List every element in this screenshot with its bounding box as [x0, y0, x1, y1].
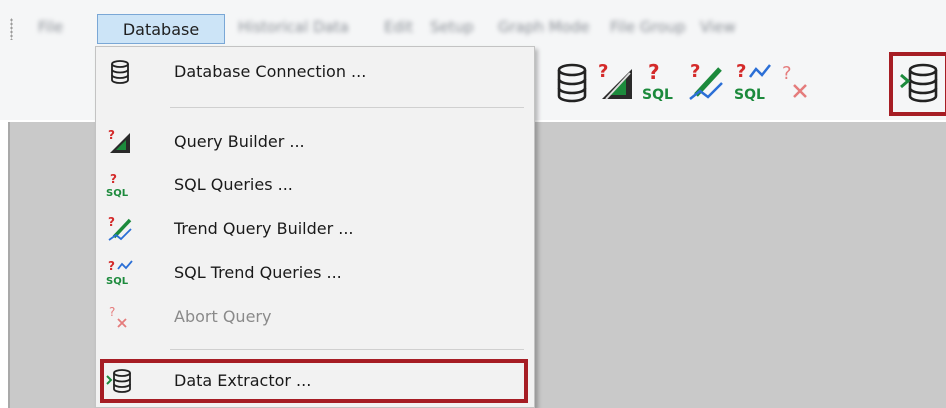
- menu-file-group[interactable]: File Group: [610, 10, 686, 44]
- database-dropdown-menu: Database Connection ... ? Query Builder …: [95, 46, 535, 408]
- menu-item-label: SQL Trend Queries ...: [174, 263, 342, 282]
- menu-item-label: Trend Query Builder ...: [174, 219, 354, 238]
- sql-queries-icon[interactable]: ? SQL: [640, 61, 680, 105]
- svg-text:SQL: SQL: [106, 188, 129, 199]
- query-builder-icon[interactable]: ?: [596, 61, 636, 105]
- menu-historical-data[interactable]: Historical Data: [238, 10, 349, 44]
- menu-item-label: Abort Query: [174, 307, 272, 326]
- trend-query-builder-icon: ?: [108, 215, 132, 241]
- menu-bar: File Database Historical Data Edit Setup…: [0, 0, 946, 50]
- svg-text:SQL: SQL: [734, 87, 765, 103]
- sql-trend-queries-icon[interactable]: ? SQL: [732, 61, 772, 105]
- menu-view[interactable]: View: [700, 10, 736, 44]
- database-icon[interactable]: [552, 61, 592, 105]
- menu-file[interactable]: File: [38, 10, 63, 44]
- svg-text:?: ?: [108, 128, 115, 142]
- menu-item-sql-queries[interactable]: ? SQL SQL Queries ...: [98, 165, 530, 205]
- menu-item-database-connection[interactable]: Database Connection ...: [98, 52, 530, 92]
- menu-setup[interactable]: Setup: [430, 10, 474, 44]
- svg-text:?: ?: [108, 259, 115, 273]
- grip-handle-icon[interactable]: [10, 18, 13, 40]
- menu-edit[interactable]: Edit: [384, 10, 413, 44]
- abort-query-icon: ?: [109, 305, 127, 328]
- menu-item-label: Database Connection ...: [174, 62, 367, 81]
- toolbar-highlight-box: [889, 52, 946, 116]
- menu-item-label: Query Builder ...: [174, 132, 305, 151]
- menu-item-abort-query[interactable]: ? Abort Query: [98, 297, 530, 337]
- data-extractor-highlight-box: [100, 359, 528, 403]
- menu-item-label: SQL Queries ...: [174, 175, 293, 194]
- svg-text:?: ?: [782, 63, 792, 84]
- menu-database[interactable]: Database: [97, 14, 225, 44]
- menu-item-trend-query-builder[interactable]: ? Trend Query Builder ...: [98, 209, 530, 249]
- query-builder-icon: ?: [108, 128, 130, 153]
- svg-text:SQL: SQL: [106, 276, 129, 287]
- trend-query-builder-icon[interactable]: ?: [686, 61, 726, 105]
- sql-trend-queries-icon: ? SQL: [106, 259, 133, 287]
- svg-text:?: ?: [690, 61, 700, 82]
- svg-text:?: ?: [736, 61, 746, 82]
- menu-item-sql-trend-queries[interactable]: ? SQL SQL Trend Queries ...: [98, 253, 530, 293]
- abort-query-icon[interactable]: ?: [776, 61, 816, 105]
- menu-graph-mode[interactable]: Graph Mode: [498, 10, 590, 44]
- menu-separator: [170, 349, 524, 350]
- svg-text:?: ?: [109, 305, 115, 319]
- database-icon: [111, 60, 129, 84]
- sql-queries-icon: ? SQL: [106, 172, 129, 199]
- svg-text:?: ?: [648, 61, 660, 84]
- svg-text:SQL: SQL: [642, 87, 673, 103]
- svg-text:?: ?: [598, 61, 608, 82]
- menu-separator: [170, 107, 524, 108]
- svg-text:?: ?: [108, 215, 115, 229]
- svg-text:?: ?: [110, 172, 117, 186]
- menu-item-query-builder[interactable]: ? Query Builder ...: [98, 122, 530, 162]
